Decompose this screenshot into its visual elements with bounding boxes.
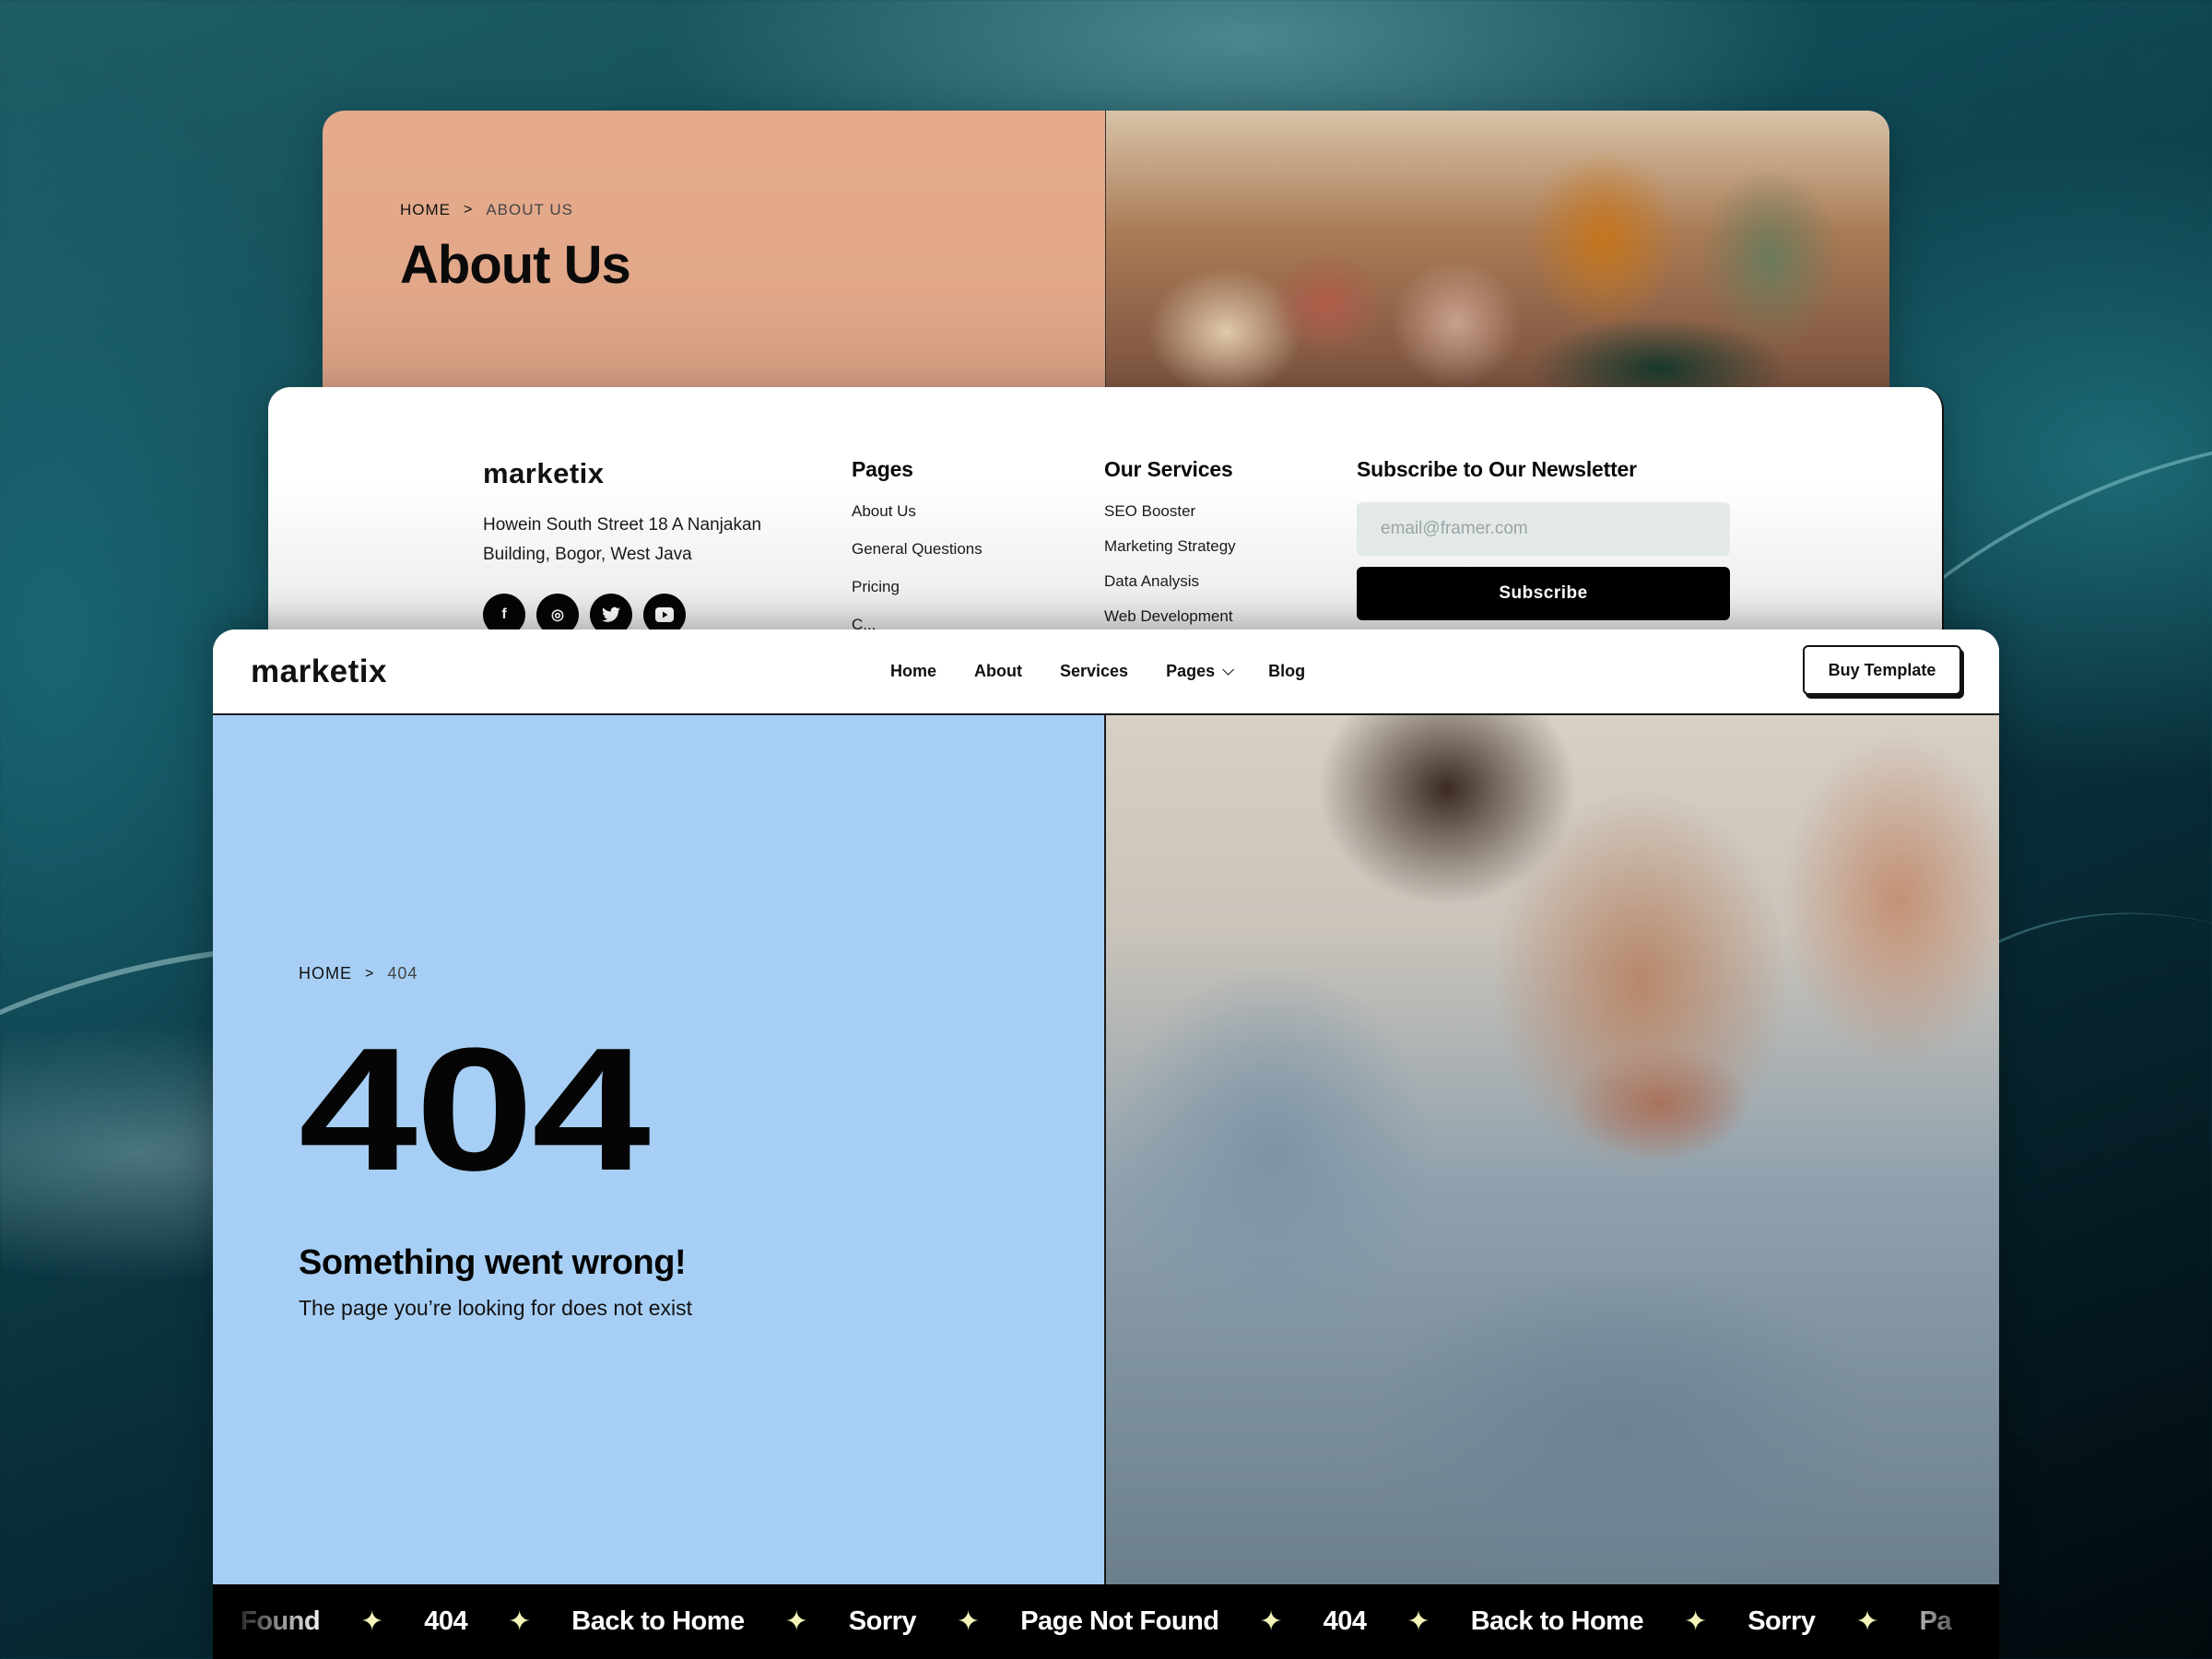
error-title: Something went wrong! <box>299 1243 687 1282</box>
footer-pages-heading: Pages <box>852 457 913 481</box>
breadcrumb-separator: > <box>365 965 375 982</box>
site-logo[interactable]: marketix <box>251 653 387 690</box>
facebook-icon[interactable]: f <box>483 594 525 629</box>
footer-logo[interactable]: marketix <box>483 457 796 490</box>
ticker-fade-right <box>1888 1584 1999 1659</box>
footer-link[interactable]: Pricing <box>852 578 982 616</box>
breadcrumb: HOME > 404 <box>299 964 1104 983</box>
subscribe-button[interactable]: Subscribe <box>1357 567 1730 620</box>
nav-home[interactable]: Home <box>890 662 936 681</box>
breadcrumb-home[interactable]: HOME <box>400 201 451 219</box>
ticker-fade-left <box>213 1584 324 1659</box>
breadcrumb-current: 404 <box>387 964 418 982</box>
sparkle-icon: ✦ <box>957 1606 981 1637</box>
breadcrumb: HOME > ABOUT US <box>400 201 1105 219</box>
chevron-down-icon <box>1222 664 1235 676</box>
footer-link[interactable]: Web Development <box>1104 607 1236 629</box>
about-page-preview: HOME > ABOUT US About Us <box>323 111 1889 387</box>
error-content-panel: HOME > 404 404 Something went wrong! The… <box>213 715 1106 1584</box>
footer-pages-column: Pages About Us General Questions Pricing… <box>852 457 982 629</box>
sparkle-icon: ✦ <box>1684 1606 1708 1637</box>
ticker-track: Found ✦ 404 ✦ Back to Home ✦ Sorry ✦ Pag… <box>213 1606 1992 1638</box>
sparkle-icon: ✦ <box>508 1606 532 1637</box>
footer-address: Howein South Street 18 A Nanjakan Buildi… <box>483 515 762 564</box>
about-hero-panel: HOME > ABOUT US About Us <box>323 111 1106 387</box>
ticker-item[interactable]: Back to Home <box>1430 1606 1684 1637</box>
footer-link[interactable]: Data Analysis <box>1104 572 1236 607</box>
ticker-item: 404 <box>424 1606 468 1636</box>
twitter-icon[interactable] <box>590 594 632 629</box>
page-title: About Us <box>400 235 631 295</box>
error-page-preview: marketix Home About Services Pages Blog … <box>213 629 1999 1659</box>
ticker-item: Page Not Found <box>1020 1606 1219 1636</box>
ticker-item: Sorry <box>1747 1606 1816 1636</box>
footer-link[interactable]: Marketing Strategy <box>1104 537 1236 572</box>
breadcrumb-home[interactable]: HOME <box>299 964 352 983</box>
team-photo <box>1106 111 1889 387</box>
marquee-ticker: Found ✦ 404 ✦ Back to Home ✦ Sorry ✦ Pag… <box>213 1584 1999 1659</box>
sparkle-icon: ✦ <box>1259 1606 1283 1637</box>
breadcrumb-current: ABOUT US <box>486 201 573 218</box>
error-photo <box>1106 715 1999 1584</box>
social-links: f ◎ <box>483 594 796 629</box>
ticker-item: Sorry <box>848 1606 917 1636</box>
nav-services[interactable]: Services <box>1060 662 1128 681</box>
instagram-icon[interactable]: ◎ <box>536 594 579 629</box>
footer-link[interactable]: C... <box>852 616 982 629</box>
navbar: marketix Home About Services Pages Blog … <box>213 629 1999 715</box>
newsletter-email-input[interactable] <box>1357 502 1730 556</box>
nav-pages-dropdown[interactable]: Pages <box>1166 662 1235 681</box>
youtube-icon[interactable] <box>643 594 686 629</box>
footer-services-heading: Our Services <box>1104 457 1233 481</box>
newsletter-heading: Subscribe to Our Newsletter <box>1357 457 1637 481</box>
footer-link[interactable]: SEO Booster <box>1104 502 1236 537</box>
sparkle-icon: ✦ <box>360 1606 384 1637</box>
footer-link[interactable]: About Us <box>852 502 982 540</box>
footer-preview: marketix Howein South Street 18 A Nanjak… <box>268 387 1944 629</box>
breadcrumb-separator: > <box>464 202 474 218</box>
ticker-item[interactable]: Back to Home <box>531 1606 784 1637</box>
sparkle-icon: ✦ <box>1406 1606 1430 1637</box>
main-nav: Home About Services Pages Blog <box>890 662 1305 681</box>
footer-services-column: Our Services SEO Booster Marketing Strat… <box>1104 457 1236 629</box>
nav-pages-label: Pages <box>1166 662 1216 680</box>
newsletter-column: Subscribe to Our Newsletter Subscribe <box>1357 457 1730 620</box>
nav-blog[interactable]: Blog <box>1268 662 1305 681</box>
sparkle-icon: ✦ <box>1855 1606 1879 1637</box>
sparkle-icon: ✦ <box>784 1606 808 1637</box>
error-subtitle: The page you’re looking for does not exi… <box>299 1296 693 1320</box>
footer-brand: marketix Howein South Street 18 A Nanjak… <box>483 457 796 629</box>
ticker-item: 404 <box>1323 1606 1367 1636</box>
error-hero: HOME > 404 404 Something went wrong! The… <box>213 715 1999 1584</box>
footer-link[interactable]: General Questions <box>852 540 982 578</box>
nav-about[interactable]: About <box>974 662 1022 681</box>
buy-template-button[interactable]: Buy Template <box>1803 645 1961 695</box>
